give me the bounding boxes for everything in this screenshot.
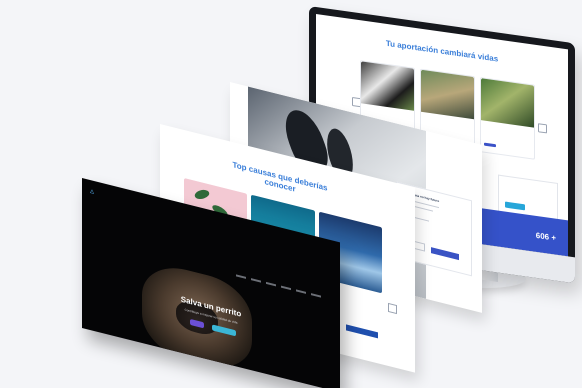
- banner-stat: 606 +: [535, 230, 556, 243]
- nav-item[interactable]: [251, 278, 261, 283]
- nav-item[interactable]: [296, 289, 306, 294]
- nav-item[interactable]: [311, 293, 321, 298]
- panel-button[interactable]: [505, 201, 525, 211]
- primary-button[interactable]: [431, 247, 459, 261]
- causes-button[interactable]: [346, 324, 378, 339]
- nav-item[interactable]: [266, 281, 276, 287]
- pug-image: [142, 258, 252, 377]
- monitor-heading: Tu aportación cambiará vidas: [385, 38, 499, 64]
- tractor-image: [421, 69, 474, 120]
- panda-image: [361, 61, 414, 111]
- chevron-right-icon[interactable]: [538, 123, 547, 134]
- chevron-right-icon[interactable]: [388, 302, 397, 315]
- nav-item[interactable]: [236, 274, 246, 279]
- cause-card[interactable]: [480, 77, 535, 160]
- card-button[interactable]: [484, 142, 496, 148]
- forest-image: [481, 78, 534, 128]
- showcase-scene: Tu aportación cambiará vidas 606 + Ole p…: [0, 0, 582, 388]
- logo-icon[interactable]: ▵: [90, 186, 94, 196]
- leaf-shape: [193, 188, 211, 201]
- nav-item[interactable]: [281, 285, 291, 291]
- top-nav: [236, 274, 321, 298]
